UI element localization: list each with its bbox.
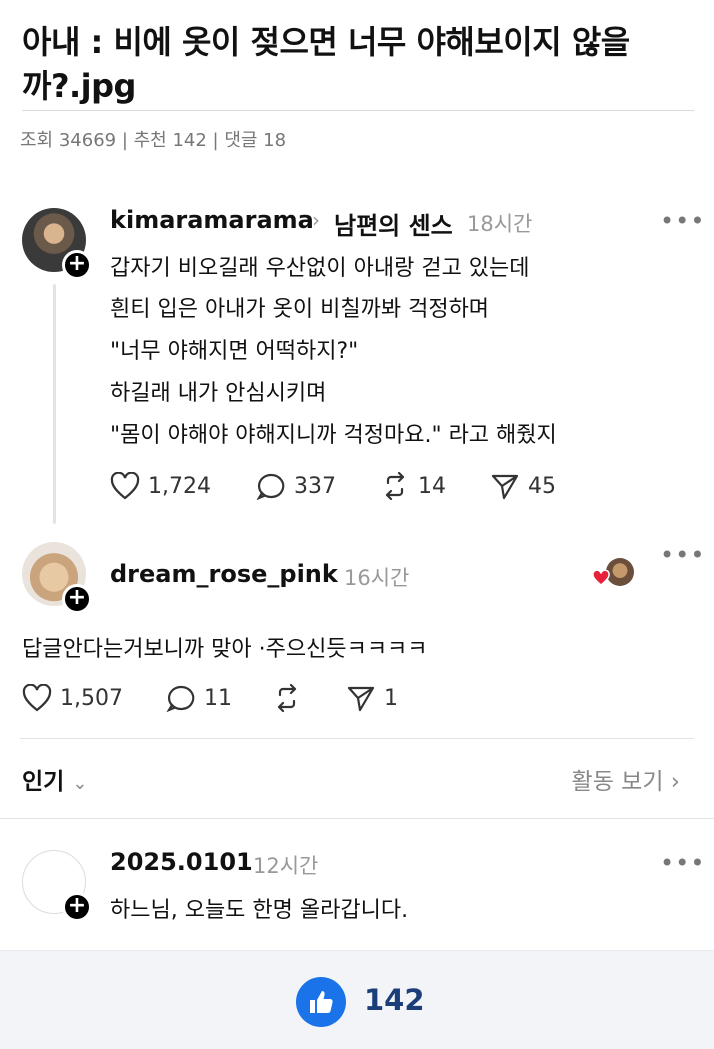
repost-icon <box>385 472 405 500</box>
share-button[interactable]: 45 <box>490 472 556 500</box>
recommend-bar: 142 <box>0 950 714 1049</box>
comment-icon <box>166 685 195 712</box>
reply-count: 337 <box>294 473 336 499</box>
more-options-icon[interactable]: ••• <box>660 209 705 233</box>
comment-icon <box>256 473 285 500</box>
context-label[interactable]: 남편의 센스 <box>334 206 453 241</box>
more-options-icon[interactable]: ••• <box>660 851 705 875</box>
reply-text: 답글안다는거보니까 맞아 ·주으신듯ㅋㅋㅋㅋ <box>22 637 428 662</box>
username[interactable]: 2025.0101 <box>110 848 253 876</box>
post-text-line: 하길래 내가 안심시키며 <box>110 381 327 406</box>
like-count: 1,507 <box>60 685 123 711</box>
post-title: 아내 : 비에 옷이 젖으면 너무 야해보이지 않을까?.jpg <box>22 23 630 105</box>
post-text-line: 갑자기 비오길래 우산없이 아내랑 걷고 있는데 <box>110 256 530 281</box>
divider <box>0 818 714 819</box>
repost-icon <box>277 684 297 712</box>
timestamp: 18시간 <box>467 212 533 236</box>
post-text-line: 흰티 입은 아내가 옷이 비칠까봐 걱정하며 <box>110 297 490 322</box>
chevron-down-icon: ⌄ <box>72 773 88 794</box>
follow-plus-icon[interactable]: + <box>62 584 92 614</box>
post-text-line: "너무 야해지면 어떡하지?" <box>110 339 359 364</box>
repost-button[interactable] <box>272 684 302 712</box>
thumbs-up-icon <box>310 991 333 1013</box>
comment-text: 하느님, 오늘도 한명 올라갑니다. <box>110 898 409 923</box>
share-count: 45 <box>528 473 556 499</box>
like-count: 1,724 <box>148 473 211 499</box>
reply-button[interactable]: 337 <box>256 472 336 500</box>
view-activity-link[interactable]: 활동 보기 › <box>572 762 680 796</box>
timestamp: 12시간 <box>253 854 319 878</box>
liked-by-author-avatar <box>606 558 634 586</box>
follow-plus-icon[interactable]: + <box>62 892 92 922</box>
send-icon <box>347 686 375 712</box>
share-button[interactable]: 1 <box>346 684 398 712</box>
like-button[interactable]: 1,507 <box>22 684 123 712</box>
sort-label: 인기 <box>22 769 65 795</box>
timestamp: 16시간 <box>344 566 410 590</box>
reply-button[interactable]: 11 <box>166 684 232 712</box>
activity-label: 활동 보기 <box>571 769 664 795</box>
more-options-icon[interactable]: ••• <box>660 543 705 567</box>
post-text-line: "몸이 야해야 야해지니까 걱정마요." 라고 해줬지 <box>110 423 557 448</box>
send-icon <box>491 474 519 500</box>
repost-count: 14 <box>418 473 446 499</box>
title-divider <box>22 110 694 111</box>
heart-icon <box>22 684 52 712</box>
recommend-count: 142 <box>364 983 425 1017</box>
chevron-right-icon: › <box>670 769 680 795</box>
reply-count: 11 <box>204 685 232 711</box>
heart-icon <box>110 472 140 500</box>
sort-popular-dropdown[interactable]: 인기 ⌄ <box>22 762 87 796</box>
heart-badge-icon <box>592 570 610 586</box>
recommend-button[interactable] <box>296 977 346 1027</box>
username[interactable]: dream_rose_pink <box>110 560 338 588</box>
chevron-right-icon: › <box>312 208 320 232</box>
follow-plus-icon[interactable]: + <box>62 250 92 280</box>
thread-line <box>53 284 56 524</box>
divider <box>20 738 694 739</box>
username[interactable]: kimaramarama <box>110 206 314 234</box>
like-button[interactable]: 1,724 <box>110 472 211 500</box>
post-meta: 조회 34669 | 추천 142 | 댓글 18 <box>20 130 287 151</box>
share-count: 1 <box>384 685 398 711</box>
repost-button[interactable]: 14 <box>380 472 446 500</box>
